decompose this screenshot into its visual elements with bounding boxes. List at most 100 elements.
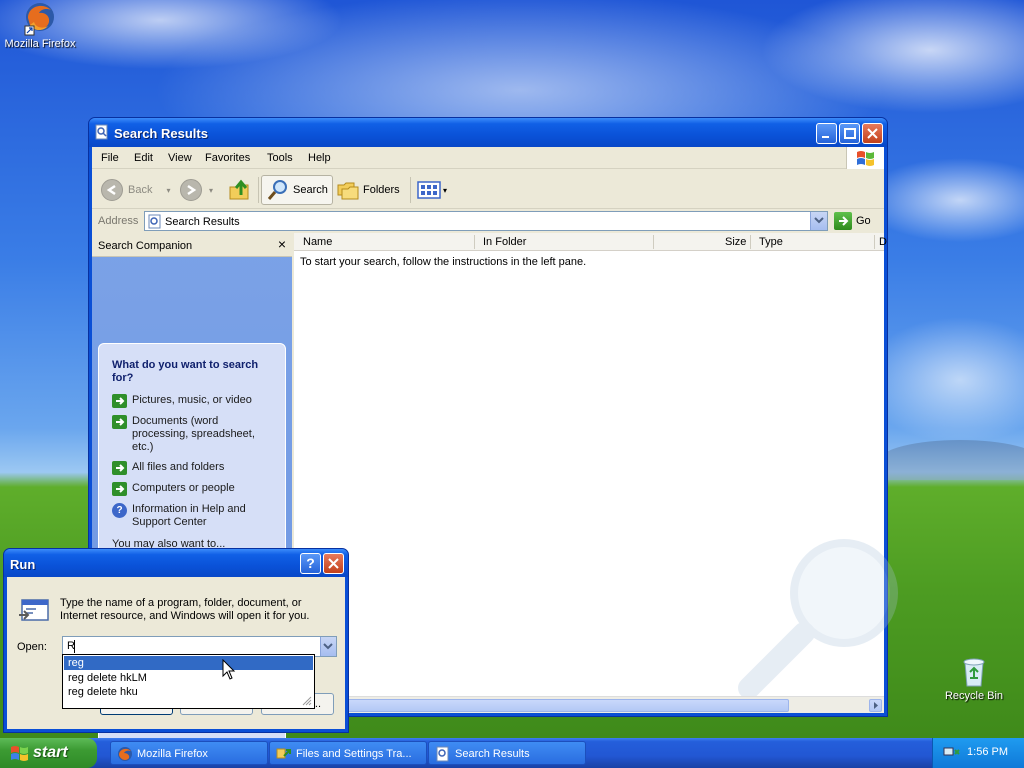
search-button[interactable]: Search: [261, 175, 333, 205]
chevron-down-icon: [814, 217, 824, 224]
column-name[interactable]: Name: [303, 236, 332, 248]
help-icon: ?: [112, 503, 127, 518]
text-caret: [74, 640, 75, 653]
recycle-bin-icon: [963, 658, 985, 687]
task-label: Mozilla Firefox: [137, 748, 208, 760]
chevron-right-icon: [874, 702, 878, 709]
magnifier-watermark-icon: [738, 539, 898, 699]
menu-edit[interactable]: Edit: [134, 152, 153, 164]
column-size[interactable]: Size: [725, 236, 746, 248]
go-arrow-icon: [834, 212, 852, 230]
firefox-label: Mozilla Firefox: [4, 38, 76, 50]
window-titlebar[interactable]: Search Results: [89, 118, 887, 147]
forward-button[interactable]: ▾: [180, 175, 213, 205]
autocomplete-list: reg reg delete hkLM reg delete hku: [62, 654, 315, 709]
address-dropdown-button[interactable]: [810, 212, 827, 230]
suggestion-item[interactable]: reg delete hku: [64, 685, 313, 699]
search-hint-text: To start your search, follow the instruc…: [300, 256, 587, 268]
column-headers: Name In Folder Size Type D: [294, 233, 887, 251]
taskbar-item-files-settings[interactable]: Files and Settings Tra...: [269, 741, 427, 765]
desktop-icon-recycle-bin[interactable]: Recycle Bin: [934, 656, 1014, 702]
green-arrow-icon: [112, 482, 127, 496]
views-button[interactable]: ▾: [417, 175, 447, 205]
chevron-down-icon: [323, 643, 333, 650]
menu-bar: File Edit View Favorites Tools Help: [92, 147, 884, 169]
option-pictures-music-video[interactable]: Pictures, music, or video: [112, 394, 272, 408]
firefox-icon: [118, 747, 132, 761]
option-help-support[interactable]: ? Information in Help and Support Center: [112, 503, 272, 529]
search-document-icon: [148, 214, 161, 229]
taskbar: start Mozilla Firefox Files and Settings…: [0, 738, 1024, 768]
minimize-icon: [822, 136, 829, 138]
toolbar-separator: [258, 177, 259, 203]
menu-view[interactable]: View: [168, 152, 192, 164]
maximize-button[interactable]: [839, 123, 860, 144]
forward-arrow-icon: [180, 179, 202, 201]
search-document-icon: [436, 746, 449, 762]
minimize-button[interactable]: [816, 123, 837, 144]
scrollbar-thumb[interactable]: [344, 699, 789, 712]
search-question: What do you want to search for?: [112, 359, 259, 384]
menu-favorites[interactable]: Favorites: [205, 152, 250, 164]
distant-hill: [880, 440, 1024, 480]
green-arrow-icon: [112, 394, 127, 408]
start-button[interactable]: start: [0, 738, 97, 768]
option-documents[interactable]: Documents (word processing, spreadsheet,…: [112, 415, 272, 454]
folders-label: Folders: [363, 184, 400, 196]
horizontal-scrollbar[interactable]: [294, 696, 884, 713]
run-title: Run: [10, 557, 36, 572]
column-date[interactable]: D: [879, 236, 887, 248]
start-label: start: [33, 744, 68, 761]
back-dropdown-icon[interactable]: ▾: [166, 186, 170, 195]
firefox-icon: [24, 3, 54, 36]
address-input[interactable]: Search Results: [144, 211, 828, 231]
back-arrow-icon: [101, 179, 123, 201]
close-icon: [328, 558, 339, 569]
close-button[interactable]: [862, 123, 883, 144]
column-type[interactable]: Type: [759, 236, 783, 248]
search-label: Search: [293, 184, 328, 196]
open-dropdown-button[interactable]: [320, 637, 336, 656]
views-dropdown-icon: ▾: [443, 185, 448, 195]
address-value: Search Results: [165, 216, 240, 228]
up-folder-button[interactable]: [228, 175, 252, 205]
search-companion-header: Search Companion ×: [92, 233, 292, 257]
green-arrow-icon: [112, 461, 127, 475]
forward-dropdown-icon[interactable]: ▾: [209, 186, 213, 195]
menu-help[interactable]: Help: [308, 152, 331, 164]
help-button[interactable]: ?: [300, 553, 321, 574]
windows-logo: [846, 147, 884, 169]
views-icon: [417, 181, 441, 199]
network-tray-icon[interactable]: [943, 744, 961, 762]
taskbar-item-firefox[interactable]: Mozilla Firefox: [110, 741, 268, 765]
folders-icon: [337, 182, 359, 200]
option-all-files-folders[interactable]: All files and folders: [112, 461, 272, 475]
close-pane-icon[interactable]: ×: [278, 236, 286, 252]
window-title: Search Results: [114, 126, 208, 141]
menu-file[interactable]: File: [101, 152, 119, 164]
taskbar-item-search-results[interactable]: Search Results: [428, 741, 586, 765]
maximize-icon: [844, 128, 856, 139]
back-button[interactable]: Back ▾: [101, 175, 170, 205]
folders-button[interactable]: Folders: [336, 175, 400, 205]
clock[interactable]: 1:56 PM: [967, 746, 1008, 758]
run-close-button[interactable]: [323, 553, 344, 574]
menu-tools[interactable]: Tools: [267, 152, 293, 164]
option-computers-people[interactable]: Computers or people: [112, 482, 272, 496]
option-label: Pictures, music, or video: [132, 394, 252, 406]
column-in-folder[interactable]: In Folder: [483, 236, 526, 248]
option-label: All files and folders: [132, 461, 225, 473]
task-label: Files and Settings Tra...: [296, 748, 412, 760]
suggestion-item[interactable]: reg delete hkLM: [64, 671, 313, 685]
resize-grip-icon[interactable]: [302, 696, 312, 706]
run-titlebar[interactable]: Run ?: [4, 549, 348, 577]
task-label: Search Results: [455, 748, 530, 760]
go-button[interactable]: Go: [834, 212, 871, 230]
address-bar: Address Search Results Go: [92, 210, 884, 232]
results-pane: Name In Folder Size Type D To start your…: [294, 233, 898, 713]
suggestion-item[interactable]: reg: [64, 656, 313, 670]
column-separator: [653, 235, 654, 249]
close-icon: [867, 128, 878, 139]
desktop-icon-firefox[interactable]: Mozilla Firefox: [0, 0, 80, 50]
scroll-right-button[interactable]: [869, 699, 882, 712]
